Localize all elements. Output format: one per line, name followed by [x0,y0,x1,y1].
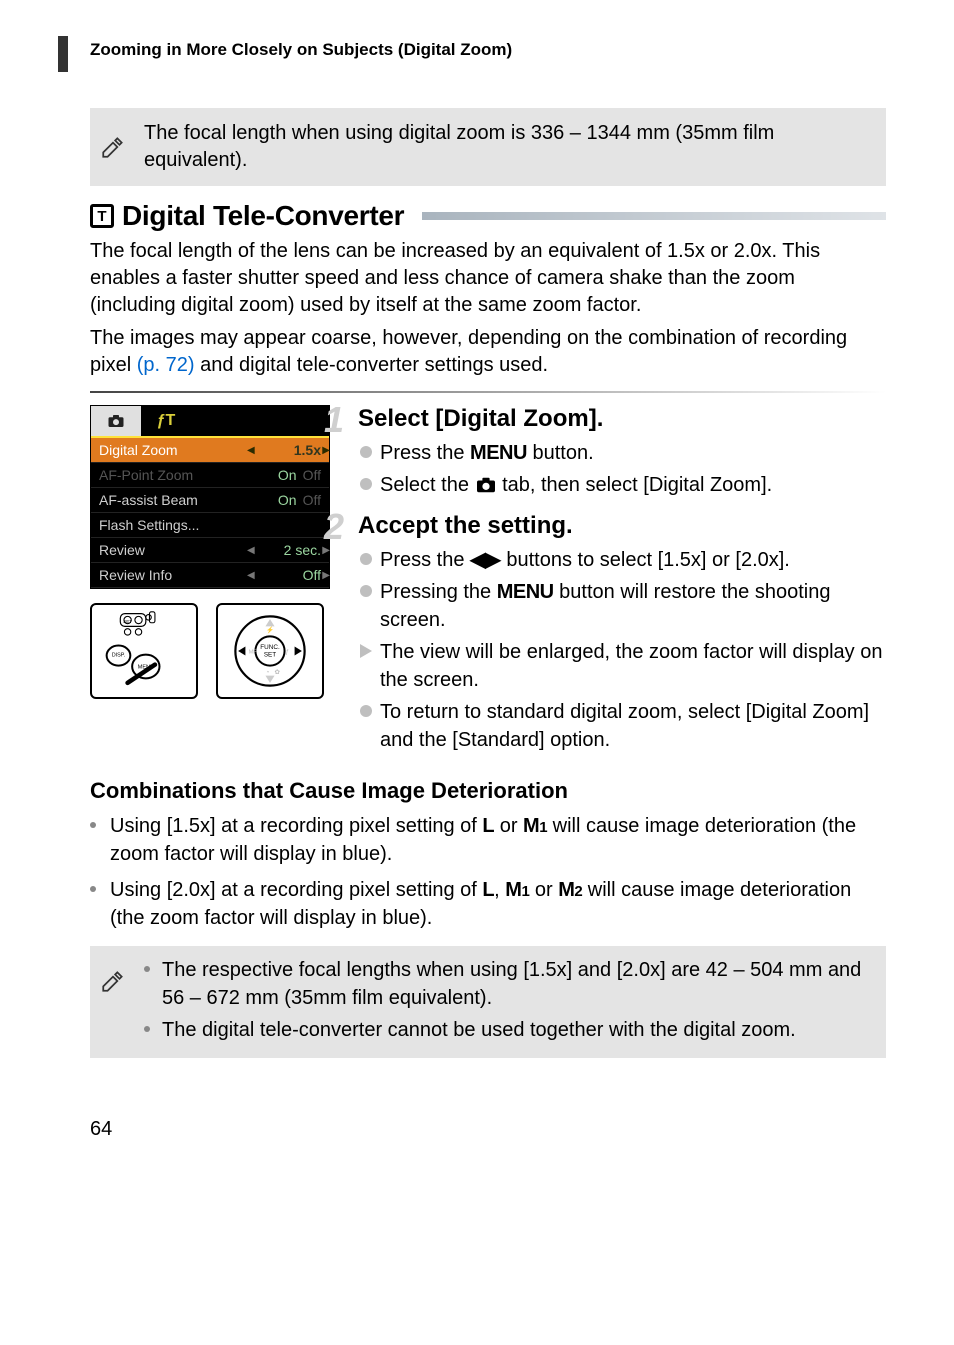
text: Using [2.0x] at a recording pixel settin… [110,879,482,901]
footer-note-2: The digital tele-converter cannot be use… [144,1016,868,1044]
menu-value-off: Off [303,492,321,508]
camera-back-illustration: SET DISP. MENU [90,603,198,699]
combo-bullet-2: Using [2.0x] at a recording pixel settin… [90,876,886,932]
subsection-heading-row: T Digital Tele-Converter [90,200,886,232]
menu-row-af-assist: AF-assist Beam On Off [91,488,329,513]
step-1: 1 Select [Digital Zoom]. [358,405,886,433]
svg-text:◔: ◔ [265,669,269,676]
menu-value: Off [303,567,321,583]
svg-text:ƒ: ƒ [286,649,290,656]
text: or [529,879,558,901]
text: or [494,815,523,837]
menu-label: Digital Zoom [99,442,178,458]
dpad-illustration: FUNC. SET ⚡ MF ƒ ◔ ✿ [216,603,324,699]
section-header: Zooming in More Closely on Subjects (Dig… [90,40,886,60]
note-box: The focal length when using digital zoom… [90,108,886,186]
left-right-arrows-icon: ◀▶ [470,549,501,571]
text: tab, then select [Digital Zoom]. [497,474,773,496]
menu-label: Review Info [99,567,172,583]
step-number-1: 1 [324,399,344,441]
intro-paragraph-1: The focal length of the lens can be incr… [90,238,886,319]
text: , [494,879,505,901]
camera-menu-screenshot: ƒT Digital Zoom ◀ 1.5x ▶ AF-Point Zoom O… [90,405,330,589]
step-1-title: Select [Digital Zoom]. [358,405,886,433]
step-2: 2 Accept the setting. [358,512,886,540]
step2-bullet-2: Pressing the MENU button will restore th… [358,578,886,634]
camera-tab-icon [91,406,141,436]
menu-value-off: Off [303,467,321,483]
svg-text:MF: MF [249,650,258,656]
intro-2-b: and digital tele-converter settings used… [195,354,549,376]
menu-row-digital-zoom: Digital Zoom ◀ 1.5x ▶ [91,438,329,463]
tools-tab-icon: ƒT [141,406,191,436]
svg-text:✿: ✿ [275,669,280,676]
text: Press the [380,549,470,571]
menu-value: 2 sec. [284,542,321,558]
menu-value-on: On [278,492,297,508]
svg-text:FUNC.: FUNC. [260,644,280,651]
text: button. [527,442,594,464]
text: Pressing the [380,581,497,603]
svg-text:DISP.: DISP. [112,652,126,658]
page-number: 64 [90,1118,886,1141]
combinations-heading: Combinations that Cause Image Deteriorat… [90,778,886,804]
step2-bullet-3: The view will be enlarged, the zoom fact… [358,638,886,694]
step-number-2: 2 [324,506,344,548]
step1-bullet-2: Select the tab, then select [Digital Zoo… [358,471,886,502]
step-2-title: Accept the setting. [358,512,886,540]
step1-bullet-1: Press the MENU button. [358,439,886,467]
camera-tab-icon [475,474,497,502]
text: buttons to select [1.5x] or [2.0x]. [501,549,790,571]
size-m2-glyph: M2 [558,879,582,901]
menu-row-flash: Flash Settings... [91,513,329,538]
menu-value-on: On [278,467,297,483]
menu-value: 1.5x [294,442,321,458]
size-l-glyph: L [482,815,494,837]
subsection-heading: Digital Tele-Converter [122,200,404,232]
combo-bullet-1: Using [1.5x] at a recording pixel settin… [90,812,886,868]
text: Select the [380,474,475,496]
menu-row-af-point-zoom: AF-Point Zoom On Off [91,463,329,488]
menu-label: Review [99,542,145,558]
menu-row-review: Review ◀ 2 sec. ▶ [91,538,329,563]
menu-label: Flash Settings... [99,517,199,533]
divider [90,391,886,393]
svg-text:⚡: ⚡ [266,626,274,634]
text: Press the [380,442,470,464]
pencil-icon [100,956,126,999]
intro-paragraph-2: The images may appear coarse, however, d… [90,325,886,379]
text: Using [1.5x] at a recording pixel settin… [110,815,482,837]
svg-text:SET: SET [123,619,132,624]
page-side-tab [58,36,68,72]
menu-button-glyph: MENU [497,581,554,603]
size-l-glyph: L [482,879,494,901]
footer-note-1: The respective focal lengths when using … [144,956,868,1012]
svg-text:SET: SET [264,651,276,658]
footer-note-box: The respective focal lengths when using … [90,946,886,1058]
heading-rule [422,212,886,220]
tele-badge-icon: T [90,204,114,228]
pencil-icon [100,134,126,160]
step2-bullet-4: To return to standard digital zoom, sele… [358,698,886,754]
menu-button-glyph: MENU [470,442,527,464]
size-m1-glyph: M1 [523,815,547,837]
menu-label: AF-assist Beam [99,492,198,508]
step2-bullet-1: Press the ◀▶ buttons to select [1.5x] or… [358,546,886,574]
page-reference-link[interactable]: (p. 72) [137,354,195,376]
size-m1-glyph: M1 [505,879,529,901]
menu-row-review-info: Review Info ◀ Off ▶ [91,563,329,588]
note-text: The focal length when using digital zoom… [144,120,868,174]
menu-label: AF-Point Zoom [99,467,193,483]
